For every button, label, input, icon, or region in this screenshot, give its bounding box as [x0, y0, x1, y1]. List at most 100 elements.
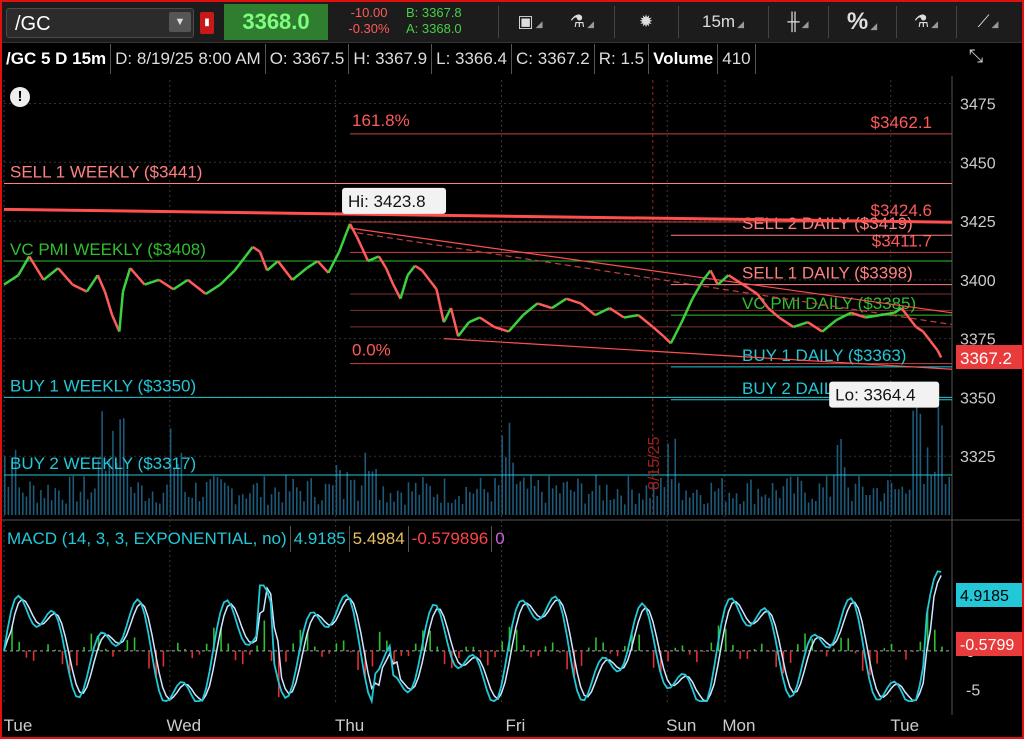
- macd-histogram-bar: [47, 644, 49, 651]
- volume-bar: [130, 486, 132, 515]
- price-segment: [17, 255, 31, 276]
- volume-bar: [90, 492, 93, 515]
- price-segment: [338, 232, 348, 253]
- volume-bar: [854, 483, 857, 515]
- volume-bar: [685, 490, 687, 515]
- volume-bar: [411, 491, 413, 515]
- volume-bar: [198, 501, 201, 515]
- y-tick-label: 3450: [960, 155, 996, 172]
- volume-bar: [295, 487, 298, 515]
- macd-histogram-bar: [883, 648, 886, 651]
- volume-bar: [25, 496, 28, 515]
- volume-bar: [742, 501, 745, 515]
- level-label: BUY 2 DAILY: [742, 379, 843, 398]
- volume-bar: [512, 462, 514, 515]
- macd-histogram-bar: [616, 650, 619, 657]
- volume-bar: [523, 477, 525, 515]
- macd-histogram-bar: [515, 629, 518, 651]
- volume-bar: [692, 492, 695, 515]
- macd-histogram-bar: [249, 650, 251, 655]
- price-segment: [233, 255, 247, 272]
- volume-bar: [414, 482, 417, 515]
- volume-bar: [573, 491, 576, 515]
- macd-histogram-bar: [494, 650, 496, 658]
- volume-bar: [432, 496, 435, 515]
- price-segment: [244, 246, 254, 258]
- volume-bar: [447, 502, 449, 515]
- fib-price-label: $3411.7: [872, 231, 932, 250]
- low-label: Lo: 3364.4: [835, 386, 915, 405]
- volume-bar: [789, 476, 792, 515]
- volume-bar: [663, 487, 666, 515]
- macd-histogram-bar: [270, 650, 273, 662]
- level-label: SELL 1 WEEKLY ($3441): [10, 162, 202, 181]
- macd-histogram-bar: [292, 643, 294, 651]
- volume-bar: [184, 491, 186, 515]
- price-segment: [356, 237, 370, 262]
- macd-histogram-bar: [472, 646, 475, 651]
- macd-histogram-bar: [83, 647, 85, 651]
- volume-bar: [548, 475, 550, 515]
- volume-bar: [833, 475, 835, 515]
- macd-histogram-bar: [169, 650, 172, 651]
- volume-bar: [274, 487, 276, 515]
- price-segment: [406, 264, 416, 276]
- volume-bar: [76, 501, 78, 515]
- price-segment: [936, 349, 943, 359]
- volume-bar: [764, 494, 767, 515]
- price-segment: [709, 269, 719, 286]
- price-segment: [457, 321, 470, 338]
- alert-icon[interactable]: !: [10, 87, 30, 107]
- macd-histogram-bar: [335, 643, 338, 651]
- macd-histogram-bar: [234, 650, 237, 661]
- volume-bar: [227, 485, 230, 515]
- volume-bar: [544, 502, 547, 515]
- volume-bar: [281, 502, 284, 515]
- volume-bar: [371, 471, 374, 515]
- macd-histogram-bar: [140, 650, 143, 651]
- price-segment: [252, 245, 261, 253]
- macd-title: MACD (14, 3, 3, EXPONENTIAL, no): [4, 526, 291, 552]
- volume-bar: [418, 494, 421, 515]
- volume-bar: [861, 486, 864, 515]
- volume-bar: [382, 486, 385, 515]
- volume-bar: [753, 504, 756, 515]
- fib-level-label: 0.0%: [352, 341, 391, 360]
- volume-bar: [36, 502, 39, 515]
- volume-bar: [252, 484, 255, 515]
- volume-bar: [944, 484, 947, 515]
- volume-bar: [245, 498, 248, 515]
- macd-histogram-bar: [580, 650, 583, 666]
- volume-bar: [461, 504, 464, 515]
- volume-bar: [717, 488, 720, 515]
- volume-bar: [375, 468, 377, 515]
- price-segment: [129, 267, 146, 286]
- macd-histogram-bar: [710, 642, 713, 651]
- volume-bar: [32, 485, 35, 515]
- volume-bar: [577, 478, 579, 515]
- price-segment: [219, 269, 236, 286]
- volume-bar: [137, 482, 139, 515]
- volume-bar: [360, 485, 363, 515]
- macd-histogram-bar: [652, 650, 655, 668]
- macd-histogram-bar: [804, 633, 806, 651]
- volume-bar: [559, 493, 561, 515]
- volume-bar: [595, 475, 597, 515]
- volume-bar: [18, 487, 21, 515]
- volume-bar: [353, 479, 356, 515]
- volume-bar: [609, 499, 612, 515]
- volume-bar: [468, 491, 471, 515]
- volume-bar: [879, 501, 882, 515]
- x-tick-label: Mon: [722, 716, 755, 735]
- volume-bar: [79, 491, 82, 515]
- x-tick-label: Wed: [166, 716, 201, 735]
- volume-bar: [303, 501, 305, 515]
- price-chart[interactable]: Tue Wed Thu Fri Sun Mon Tue3325335033753400342…: [0, 0, 1024, 739]
- volume-bar: [519, 481, 522, 515]
- price-segment: [96, 274, 107, 293]
- price-segment: [421, 269, 431, 281]
- volume-bar: [674, 438, 677, 515]
- price-segment: [28, 255, 45, 281]
- volume-bar: [634, 503, 637, 515]
- price-segment: [85, 274, 99, 293]
